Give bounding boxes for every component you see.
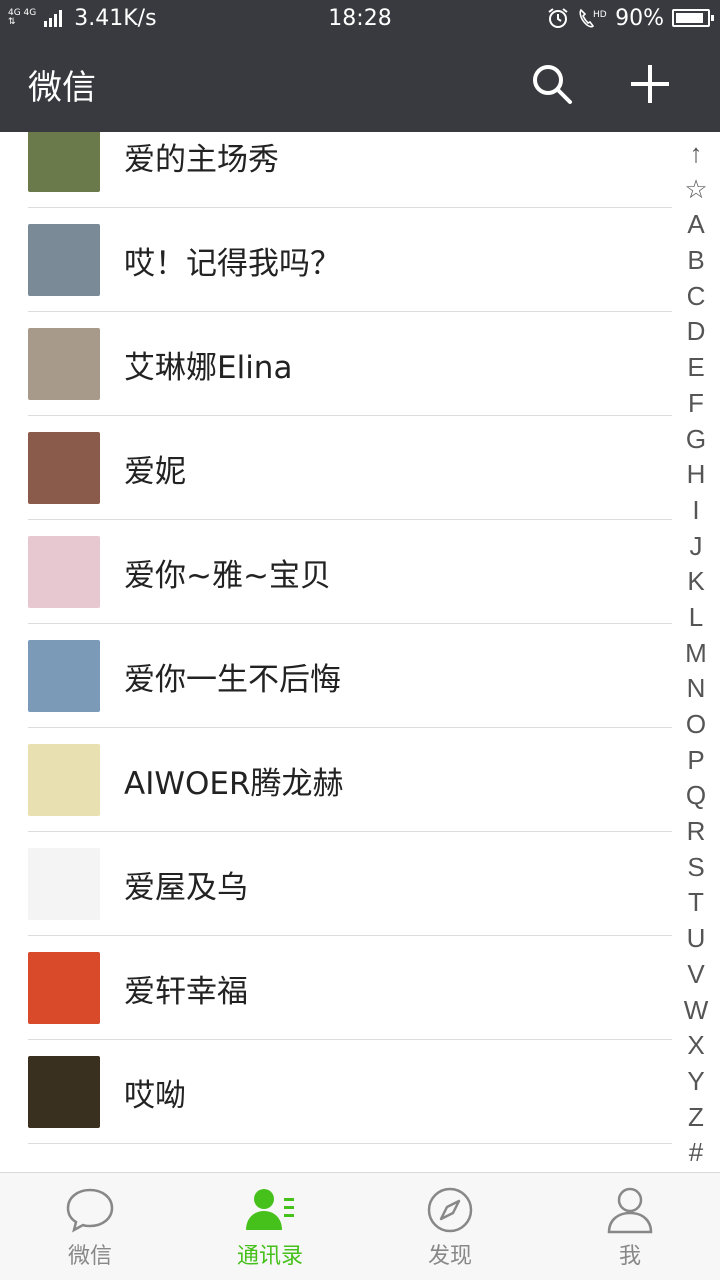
avatar (28, 224, 100, 296)
contact-name: 艾琳娜Elina (124, 349, 293, 386)
contact-row[interactable]: 爱你~雅~宝贝 (0, 520, 720, 624)
contact-row[interactable]: 爱的主场秀 (0, 132, 720, 208)
network-arrows: ⇅ (8, 17, 16, 27)
contact-row[interactable]: 哎呦 (0, 1040, 720, 1144)
index-letter[interactable]: R (687, 814, 706, 850)
contact-row[interactable]: AIWOER腾龙赫 (0, 728, 720, 832)
contact-row[interactable]: 爱轩幸福 (0, 936, 720, 1040)
index-letter[interactable]: U (687, 921, 706, 957)
add-button[interactable] (610, 44, 690, 124)
contact-name: 爱你一生不后悔 (124, 661, 341, 698)
tab-chats-label: 微信 (67, 1243, 112, 1269)
index-letter[interactable]: C (687, 279, 706, 315)
contact-row[interactable]: 爱屋及乌 (0, 832, 720, 936)
index-letter[interactable]: ↑ (690, 136, 703, 172)
contact-name: 爱轩幸福 (124, 973, 248, 1010)
contacts-icon (246, 1188, 294, 1230)
chat-bubble-icon (66, 1188, 114, 1232)
contact-list-inner: 爱的主场秀 哎！记得我吗？ 艾琳娜Elina 爱妮 爱你~雅~宝贝 爱你一生不后悔 AIWO… (0, 132, 720, 1172)
avatar (28, 132, 100, 192)
hd-call-icon: HD (579, 8, 607, 28)
plus-icon (631, 65, 669, 103)
index-letter[interactable]: D (687, 314, 706, 350)
network-indicator: 4G 4G ⇅ (8, 9, 36, 27)
avatar (28, 952, 100, 1024)
index-letter[interactable]: G (686, 422, 706, 458)
alarm-icon (548, 8, 568, 28)
index-letter[interactable]: E (687, 350, 704, 386)
tab-contacts[interactable]: 通讯录 (180, 1173, 360, 1280)
contact-row[interactable]: 爱妮 (0, 416, 720, 520)
index-letter[interactable]: L (689, 600, 703, 636)
index-letter[interactable]: Z (688, 1100, 704, 1136)
alphabet-index[interactable]: ↑ ☆ A B C D E F G H I J K L M N O P Q R S T U V W X Y Z # (672, 136, 720, 1172)
tab-contacts-label: 通讯录 (236, 1243, 303, 1269)
index-letter[interactable]: P (687, 743, 704, 779)
contact-name: 爱的主场秀 (124, 141, 279, 178)
index-letter[interactable]: I (692, 493, 699, 529)
avatar (28, 536, 100, 608)
index-letter[interactable]: B (687, 243, 704, 279)
search-button[interactable] (512, 44, 592, 124)
contact-name: 哎呦 (124, 1077, 186, 1114)
index-letter[interactable]: S (687, 850, 704, 886)
app-header: 微信 (0, 36, 720, 132)
contact-name: 爱屋及乌 (124, 869, 248, 906)
index-letter[interactable]: Y (687, 1064, 704, 1100)
tab-discover-label: 发现 (427, 1243, 472, 1269)
index-letter[interactable]: X (687, 1028, 704, 1064)
contact-row[interactable]: 哎！记得我吗？ (0, 208, 720, 312)
status-bar: 4G 4G ⇅ 3.41K/s 18:28 HD 90% (0, 0, 720, 36)
index-letter[interactable]: O (686, 707, 706, 743)
status-right: HD 90% (547, 5, 714, 31)
index-letter[interactable]: ☆ (684, 172, 707, 208)
contact-row-partial[interactable] (0, 1144, 720, 1172)
index-letter[interactable]: H (687, 457, 706, 493)
compass-icon (427, 1187, 473, 1232)
index-letter[interactable]: V (687, 957, 704, 993)
index-letter[interactable]: J (690, 529, 703, 565)
person-icon (607, 1187, 653, 1233)
index-letter[interactable]: # (689, 1135, 703, 1171)
status-left: 4G 4G ⇅ 3.41K/s (8, 6, 157, 31)
index-letter[interactable]: A (687, 207, 704, 243)
index-letter[interactable]: F (688, 386, 704, 422)
contact-row[interactable]: 爱你一生不后悔 (0, 624, 720, 728)
avatar (28, 1056, 100, 1128)
contact-name: 哎！记得我吗？ (124, 245, 341, 282)
tab-me[interactable]: 我 (540, 1173, 720, 1280)
avatar (28, 432, 100, 504)
avatar (28, 744, 100, 816)
index-letter[interactable]: Q (686, 778, 706, 814)
index-letter[interactable]: W (684, 993, 709, 1029)
contact-name: AIWOER腾龙赫 (124, 765, 344, 802)
avatar (28, 328, 100, 400)
avatar (28, 848, 100, 920)
contact-name: 爱妮 (124, 453, 186, 490)
contact-row[interactable]: 艾琳娜Elina (0, 312, 720, 416)
battery-percent: 90% (615, 5, 664, 31)
tab-me-label: 我 (618, 1243, 641, 1269)
bottom-tab-bar: 微信 通讯录 发现 我 (0, 1172, 720, 1280)
contact-name: 爱你~雅~宝贝 (124, 557, 331, 594)
tab-chats[interactable]: 微信 (0, 1173, 180, 1280)
index-letter[interactable]: N (687, 671, 706, 707)
contact-list[interactable]: 爱的主场秀 哎！记得我吗？ 艾琳娜Elina 爱妮 爱你~雅~宝贝 爱你一生不后悔 AIWO… (0, 132, 720, 1172)
battery-icon (672, 9, 714, 27)
search-icon (533, 65, 572, 104)
index-letter[interactable]: M (685, 636, 707, 672)
battery-level (676, 13, 703, 23)
index-letter[interactable]: K (687, 564, 704, 600)
page-title: 微信 (28, 67, 96, 108)
avatar (28, 640, 100, 712)
tab-discover[interactable]: 发现 (360, 1173, 540, 1280)
svg-text:HD: HD (593, 10, 607, 20)
index-letter[interactable]: T (688, 885, 704, 921)
signal-icon (44, 10, 63, 27)
network-speed: 3.41K/s (74, 5, 157, 31)
